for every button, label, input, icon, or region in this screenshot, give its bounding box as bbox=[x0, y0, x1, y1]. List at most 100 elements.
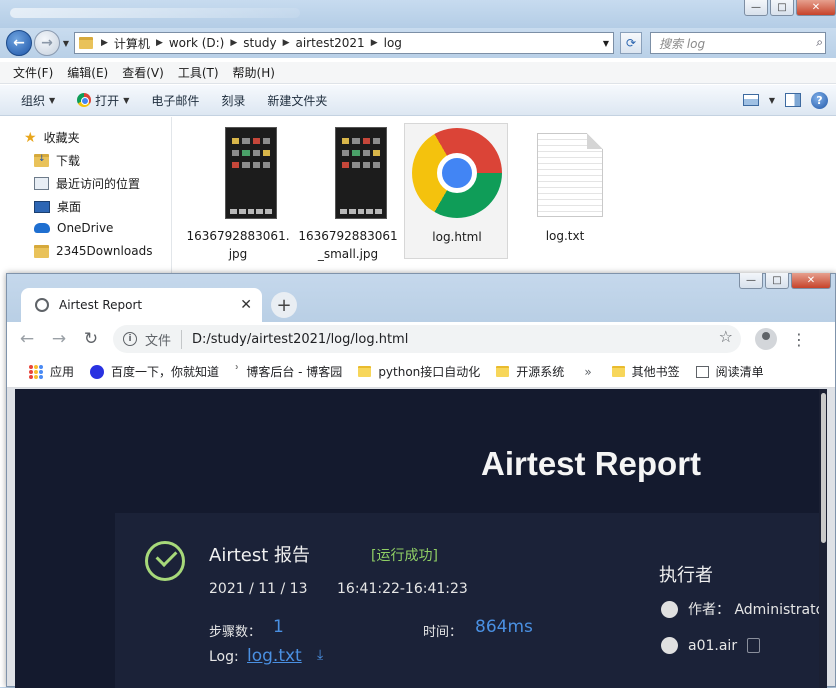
file-item[interactable]: log.txt bbox=[513, 123, 617, 259]
star-icon: ★ bbox=[24, 129, 37, 146]
reading-list[interactable]: 阅读清单 bbox=[688, 363, 772, 380]
new-folder-button[interactable]: 新建文件夹 bbox=[256, 92, 338, 109]
breadcrumb-study[interactable]: study bbox=[239, 36, 280, 50]
explorer-window-controls: — □ ✕ bbox=[744, 0, 836, 18]
breadcrumb-computer[interactable]: 计算机 bbox=[110, 35, 154, 52]
bookmark-python-folder[interactable]: python接口自动化 bbox=[350, 363, 488, 380]
menu-view[interactable]: 查看(V) bbox=[115, 64, 171, 81]
chrome-icon bbox=[412, 128, 502, 218]
folder-icon bbox=[611, 366, 625, 377]
search-input[interactable]: 搜索 log ⌕ bbox=[650, 32, 826, 54]
bookmark-opensource-folder[interactable]: 开源系统 bbox=[488, 363, 572, 380]
apps-grid-icon bbox=[29, 364, 43, 379]
open-button[interactable]: 打开 ▼ bbox=[66, 92, 140, 109]
breadcrumb-drive[interactable]: work (D:) bbox=[165, 36, 229, 50]
browser-toolbar: ← → ↻ i 文件 D:/study/airtest2021/log/log.… bbox=[7, 322, 835, 356]
status-badge: [运行成功] bbox=[371, 548, 438, 564]
log-txt-link[interactable]: log.txt bbox=[247, 646, 302, 666]
close-button[interactable]: ✕ bbox=[791, 273, 831, 289]
close-button[interactable]: ✕ bbox=[796, 0, 836, 16]
file-name: 1636792883061_small.jpg bbox=[298, 229, 398, 261]
file-item-selected[interactable]: log.html bbox=[404, 123, 508, 259]
page-title: Airtest Report bbox=[481, 445, 702, 482]
copy-icon[interactable] bbox=[747, 638, 761, 653]
download-icon[interactable]: ⤓ bbox=[317, 647, 323, 663]
preview-pane-icon[interactable] bbox=[785, 93, 801, 107]
chevron-down-icon: ▼ bbox=[49, 95, 56, 105]
bookmarks-bar: 应用 百度一下，你就知道 ʾ 博客后台 - 博客园 python接口自动化 开源… bbox=[7, 356, 835, 388]
chrome-titlebar: — □ ✕ Airtest Report ✕ + bbox=[7, 273, 835, 322]
menu-help[interactable]: 帮助(H) bbox=[226, 64, 282, 81]
chevron-down-icon[interactable]: ▼ bbox=[769, 96, 775, 105]
tab-airtest-report[interactable]: Airtest Report ✕ bbox=[21, 288, 262, 322]
nav-recent-places[interactable]: 最近访问的位置 bbox=[34, 175, 140, 192]
maximize-button[interactable]: □ bbox=[770, 0, 794, 16]
menu-bar: 文件(F) 编辑(E) 查看(V) 工具(T) 帮助(H) bbox=[0, 62, 836, 84]
new-tab-button[interactable]: + bbox=[271, 292, 297, 318]
nav-downloads[interactable]: 下载 bbox=[34, 152, 80, 169]
file-name: 1636792883061.jpg bbox=[186, 229, 290, 261]
chevron-down-icon: ▼ bbox=[123, 95, 130, 105]
email-button[interactable]: 电子邮件 bbox=[140, 92, 210, 109]
back-button[interactable]: ← bbox=[6, 30, 32, 56]
bookmarks-overflow-icon[interactable]: » bbox=[572, 365, 603, 379]
avatar bbox=[661, 637, 678, 654]
minimize-button[interactable]: — bbox=[744, 0, 768, 16]
change-view-icon[interactable] bbox=[742, 94, 759, 106]
search-icon: ⌕ bbox=[816, 35, 823, 49]
executor-heading: 执行者 bbox=[659, 565, 713, 586]
url-bar[interactable]: i 文件 D:/study/airtest2021/log/log.html ☆ bbox=[113, 325, 741, 353]
bookmark-other-folder[interactable]: 其他书签 bbox=[604, 363, 688, 380]
folder-icon bbox=[496, 366, 510, 377]
vertical-scrollbar[interactable] bbox=[819, 389, 827, 688]
navigation-pane: ★ 收藏夹 下载 最近访问的位置 桌面 OneDrive 2345Downloa… bbox=[0, 117, 172, 277]
folder-icon bbox=[358, 366, 372, 377]
avatar bbox=[661, 600, 678, 618]
executor-script: a01.air bbox=[661, 637, 761, 654]
bookmark-star-icon[interactable]: ☆ bbox=[719, 329, 733, 345]
info-icon[interactable]: i bbox=[123, 332, 137, 346]
check-circle-icon bbox=[145, 541, 185, 581]
bookmark-cnblogs[interactable]: ʾ 博客后台 - 博客园 bbox=[227, 363, 350, 380]
url-text: D:/study/airtest2021/log/log.html bbox=[192, 331, 409, 347]
run-date: 2021 / 11 / 13 bbox=[209, 581, 308, 597]
nav-2345downloads[interactable]: 2345Downloads bbox=[34, 244, 152, 258]
organize-button[interactable]: 组织 ▼ bbox=[10, 92, 66, 109]
cnblogs-icon: ʾ bbox=[235, 363, 240, 380]
nav-favorites[interactable]: ★ 收藏夹 bbox=[24, 129, 80, 146]
nav-desktop[interactable]: 桌面 bbox=[34, 198, 81, 215]
executor-author: 作者： Administrator bbox=[661, 599, 827, 619]
profile-icon[interactable] bbox=[755, 328, 777, 350]
chevron-down-icon[interactable]: ▼ bbox=[603, 39, 609, 48]
refresh-button[interactable]: ⟳ bbox=[620, 32, 642, 54]
maximize-button[interactable]: □ bbox=[765, 273, 789, 289]
close-tab-icon[interactable]: ✕ bbox=[240, 297, 252, 313]
forward-arrow-icon[interactable]: → bbox=[47, 329, 71, 349]
duration-label: 时间： bbox=[423, 625, 463, 640]
breadcrumb-log[interactable]: log bbox=[380, 36, 406, 50]
file-item[interactable]: 1636792883061.jpg bbox=[186, 123, 290, 261]
back-arrow-icon[interactable]: ← bbox=[15, 329, 39, 349]
menu-edit[interactable]: 编辑(E) bbox=[60, 64, 115, 81]
bookmark-apps[interactable]: 应用 bbox=[21, 363, 82, 380]
help-icon[interactable]: ? bbox=[811, 91, 828, 109]
nav-onedrive[interactable]: OneDrive bbox=[34, 221, 113, 235]
kebab-menu-icon[interactable]: ⋮ bbox=[791, 330, 807, 349]
chrome-window-controls: — □ ✕ bbox=[739, 273, 831, 291]
bookmark-baidu[interactable]: 百度一下，你就知道 bbox=[82, 363, 227, 380]
forward-button[interactable]: → bbox=[34, 30, 60, 56]
recent-pages-dropdown[interactable]: ▼ bbox=[60, 39, 72, 48]
chrome-icon bbox=[77, 93, 92, 107]
reload-icon[interactable]: ↻ bbox=[79, 329, 103, 349]
burn-button[interactable]: 刻录 bbox=[210, 92, 256, 109]
menu-file[interactable]: 文件(F) bbox=[6, 64, 60, 81]
breadcrumb-airtest2021[interactable]: airtest2021 bbox=[291, 36, 368, 50]
menu-tools[interactable]: 工具(T) bbox=[171, 64, 226, 81]
desktop-icon bbox=[34, 200, 50, 213]
minimize-button[interactable]: — bbox=[739, 273, 763, 289]
command-toolbar: 组织 ▼ 打开 ▼ 电子邮件 刻录 新建文件夹 ▼ ? bbox=[0, 85, 836, 116]
text-file-icon bbox=[537, 133, 603, 217]
onedrive-cloud-icon bbox=[34, 223, 50, 233]
address-bar[interactable]: ▶ 计算机 ▶ work (D:) ▶ study ▶ airtest2021 … bbox=[74, 32, 614, 54]
file-item[interactable]: 1636792883061_small.jpg bbox=[296, 123, 400, 261]
